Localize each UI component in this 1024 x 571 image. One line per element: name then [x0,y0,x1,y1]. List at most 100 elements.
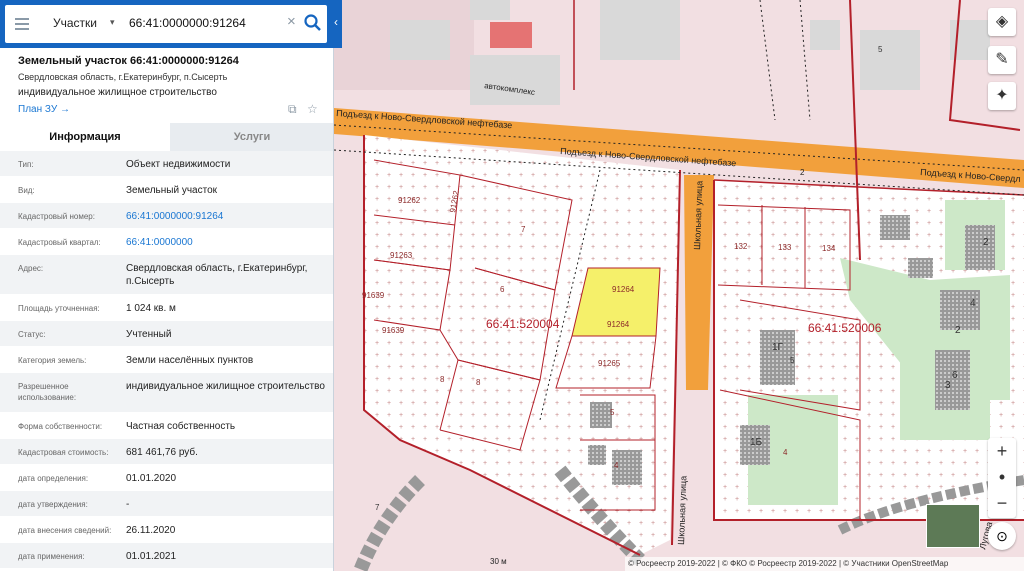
app-root: + [0,0,1024,571]
map-label-91639b: 91639 [382,326,405,335]
zoom-in-button[interactable]: + [988,438,1016,464]
search-type-select[interactable]: Участки [53,16,97,30]
map-label-5c: 5 [790,356,795,365]
zoom-control: + • − [988,438,1016,518]
cadastral-number-link[interactable]: 66:41:0000000:91264 [126,210,326,223]
info-value: 681 461,76 руб. [126,447,198,458]
info-label: Адрес: [18,264,44,273]
map-selected-parcel-label-2: 91264 [607,320,630,329]
plan-link[interactable]: План ЗУ → [18,104,70,115]
map-label-5a: 5 [610,408,615,417]
info-label: Кадастровый номер: [18,212,95,221]
info-label: Вид: [18,186,35,195]
search-icon[interactable] [303,13,323,33]
info-label: Статус: [18,330,46,339]
ruler-icon[interactable]: ✎ [988,46,1016,74]
info-label: Кадастровый квартал: [18,238,101,247]
info-row: Разрешенное использование: индивидуальное… [0,373,333,413]
collapse-panel-icon[interactable]: ‹ [334,15,338,29]
doc-search-icon[interactable]: ⧉ [288,102,297,117]
map-quarter-520006: 66:41:520006 [808,321,882,335]
map-label-91639a: 91639 [362,291,385,300]
info-value: Земельный участок [126,185,218,196]
map-label-91263: 91263 [390,251,413,260]
info-panel: Земельный участок 66:41:0000000:91264 Св… [0,0,334,571]
info-row: Площадь уточненная: 1 024 кв. м [0,295,333,321]
info-value: Земли населённых пунктов [126,355,254,366]
scale-label: 30 м [490,557,507,566]
info-row: Кадастровая стоимость: 681 461,76 руб. [0,439,333,465]
search-input[interactable] [129,16,284,30]
map-label-2b: 2 [955,325,961,336]
star-icon[interactable]: ☆ [307,102,318,116]
tab-information[interactable]: Информация [0,123,170,151]
info-value: 26.11.2020 [126,525,176,536]
info-label: Тип: [18,160,34,169]
info-value: Свердловская область, г.Екатеринбург, п.… [126,263,308,287]
map-label-5b: 5 [878,45,883,54]
info-label: дата утверждения: [18,500,88,509]
compass-icon[interactable]: ⊙ [988,522,1016,550]
map-label-91265: 91265 [598,359,621,368]
info-value: Объект недвижимости [126,159,231,170]
map-label-91262: 91262 [398,196,421,205]
info-row: Кадастровый номер: 66:41:0000000:91264 [0,203,333,229]
map-label-6b: 6 [952,370,958,381]
info-row: Адрес: Свердловская область, г.Екатеринбу… [0,255,333,295]
info-row: Категория земель: Земли населённых пункто… [0,347,333,373]
info-label: Кадастровая стоимость: [18,448,109,457]
info-row: Статус: Учтенный [0,321,333,347]
layers-icon[interactable]: ◈ [988,8,1016,36]
map-label-134: 134 [822,244,836,253]
info-label: Категория земель: [18,356,87,365]
chevron-down-icon[interactable]: ▾ [110,17,115,28]
map-label-3: 3 [945,380,951,391]
info-value: Учтенный [126,329,172,340]
map-label-4c: 4 [970,298,976,309]
parcel-address: Свердловская область, г.Екатеринбург, п.… [18,72,228,82]
map-label-1g: 1Г [772,342,784,353]
info-value: - [126,499,130,510]
search-bar: Участки ▾ × ‹ [0,0,342,48]
info-value: 01.01.2020 [126,473,177,484]
sparkle-icon[interactable]: ✦ [988,82,1016,110]
map-attribution: © Росреестр 2019-2022 | © ФКО © Росреест… [625,557,1024,571]
map-label-4b: 4 [614,461,619,470]
info-label: Форма собственности: [18,422,103,431]
info-row: Форма собственности: Частная собственност… [0,413,333,439]
info-row: Кадастровый квартал: 66:41:0000000 [0,229,333,255]
info-row: Вид: Земельный участок [0,177,333,203]
map-label-6: 6 [500,285,505,294]
info-row: Тип: Объект недвижимости [0,151,333,177]
zoom-out-button[interactable]: − [988,490,1016,516]
info-value: Частная собственность [126,421,236,432]
close-icon[interactable]: × [287,13,296,30]
map-selected-parcel-label: 91264 [612,285,635,294]
parcel-use: индивидуальное жилищное строительство [18,87,217,98]
info-row: дата определения: 01.01.2020 [0,465,333,491]
tab-services[interactable]: Услуги [170,123,333,151]
map-label-8a: 8 [440,375,445,384]
info-row: дата внесения сведений: 26.11.2020 [0,517,333,543]
map-label-8b: 8 [476,378,481,387]
zoom-reset-button[interactable]: • [988,464,1016,490]
info-table: Тип: Объект недвижимости Вид: Земельный уч… [0,151,333,569]
info-row: дата утверждения: - [0,491,333,517]
search-box: Участки ▾ × [5,5,327,43]
map-label-132: 132 [734,242,748,251]
info-label: Разрешенное использование: [18,382,77,402]
cadastral-quarter-link[interactable]: 66:41:0000000 [126,236,326,249]
info-label: дата внесения сведений: [18,526,112,535]
basemap-thumbnail[interactable] [926,504,980,548]
tab-bar: Информация Услуги [0,123,333,151]
map-label-133: 133 [778,243,792,252]
parcel-title: Земельный участок 66:41:0000000:91264 [18,55,239,67]
map-road-number: 2 [800,168,805,177]
info-value: 01.01.2021 [126,551,177,562]
menu-icon[interactable] [15,18,29,30]
map-label-2a: 2 [983,237,989,248]
info-value: индивидуальное жилищное строительство [126,381,325,392]
info-label: дата применения: [18,552,85,561]
map-label-1b: 1Б [750,437,763,448]
map-label-7b: 7 [375,503,380,512]
